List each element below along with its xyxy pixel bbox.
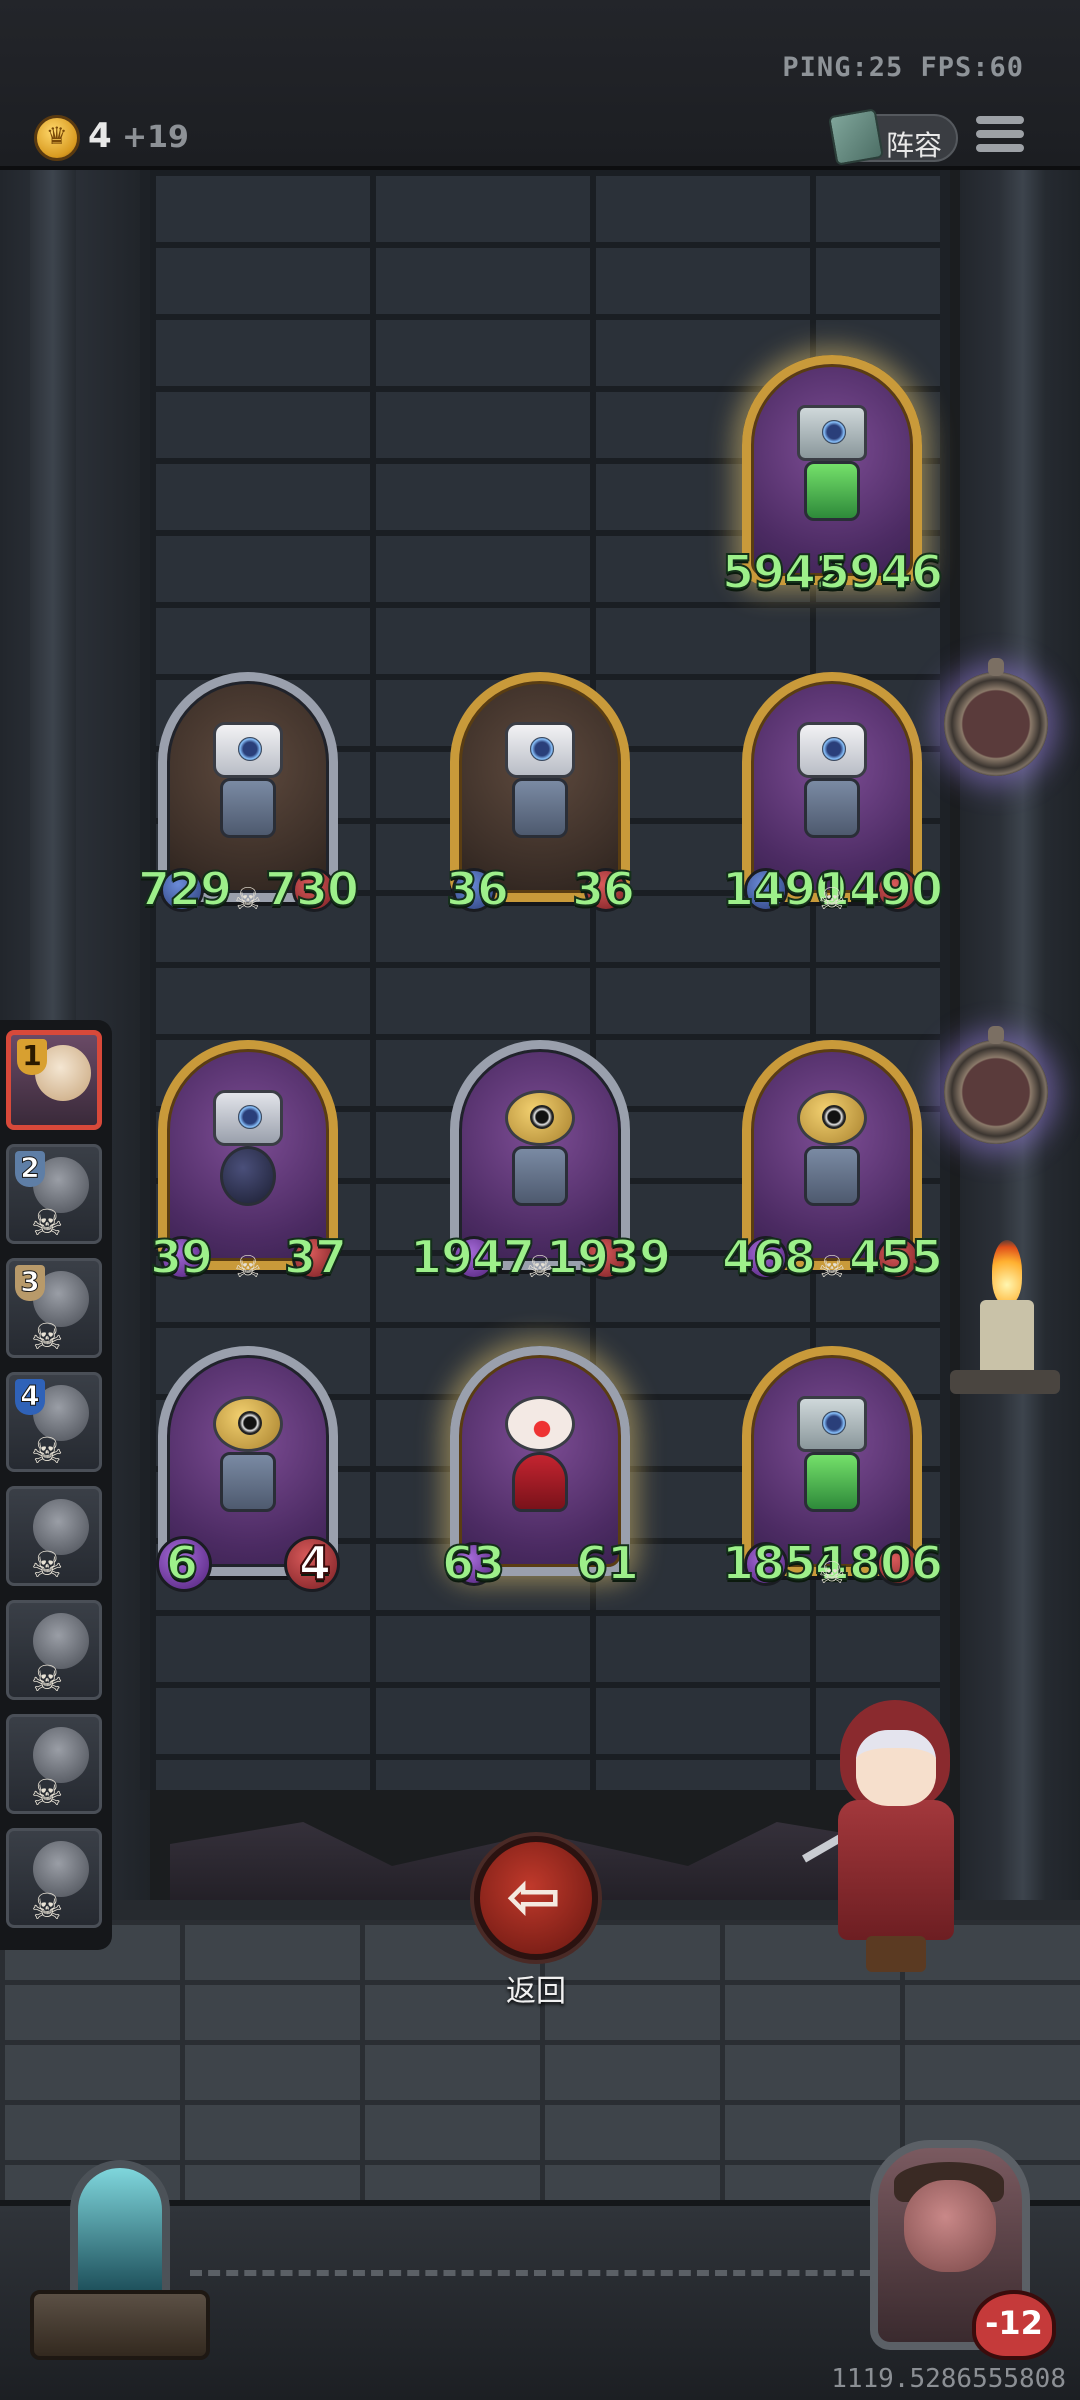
gold-coin-icon bbox=[34, 115, 80, 161]
unit-health: 61 bbox=[575, 1535, 640, 1591]
unit-card[interactable]: 468 455 ☠ bbox=[721, 1040, 944, 1285]
opponent-portrait[interactable]: -12 bbox=[870, 2140, 1056, 2360]
hero-character bbox=[800, 1700, 980, 1980]
portal-icon bbox=[70, 2160, 170, 2300]
unit-attack: 468 bbox=[721, 1229, 817, 1285]
slot-number: 4 bbox=[15, 1379, 45, 1415]
unit-attack: 63 bbox=[441, 1535, 506, 1591]
skull-icon: ☠ bbox=[31, 1773, 64, 1814]
wall-torch bbox=[950, 1240, 1060, 1440]
portal-button[interactable] bbox=[30, 2160, 210, 2360]
roster-slot[interactable]: ☠ bbox=[6, 1600, 102, 1700]
unit-health: 37 bbox=[283, 1229, 348, 1285]
top-bar: PING:25 FPS:60 4 +19 阵容 bbox=[0, 0, 1080, 170]
unit-attack: 39 bbox=[149, 1229, 214, 1285]
skull-icon: ☠ bbox=[526, 1250, 554, 1285]
chain-decoration bbox=[190, 2270, 890, 2290]
roster-slot[interactable]: 2 ☠ bbox=[6, 1144, 102, 1244]
skull-icon: ☠ bbox=[31, 1545, 64, 1586]
roster-slot[interactable]: 1 bbox=[6, 1030, 102, 1130]
slot-number: 2 bbox=[15, 1151, 45, 1187]
roster-slot[interactable]: ☠ bbox=[6, 1828, 102, 1928]
seed-readout: 1119.5286555808 bbox=[831, 2364, 1066, 2394]
arrow-left-icon: ⇦ bbox=[506, 1858, 562, 1935]
unit-health: 730 bbox=[264, 861, 360, 917]
lineup-button[interactable]: 阵容 bbox=[828, 108, 958, 166]
unit-health: 5946 bbox=[817, 544, 944, 600]
unit-attack: 6 bbox=[165, 1535, 199, 1591]
ping-fps-readout: PING:25 FPS:60 bbox=[782, 52, 1024, 83]
right-pillar bbox=[1000, 170, 1046, 1910]
pocket-watch-icon bbox=[944, 1026, 1048, 1144]
roster-slot[interactable]: ☠ bbox=[6, 1714, 102, 1814]
slot-number: 3 bbox=[15, 1265, 45, 1301]
player-roster: 1 2 ☠ 3 ☠ 4 ☠ ☠ ☠ ☠ ☠ bbox=[0, 1020, 112, 1950]
skull-icon: ☠ bbox=[31, 1659, 64, 1700]
skull-icon: ☠ bbox=[234, 1250, 262, 1285]
roster-slot[interactable]: ☠ bbox=[6, 1486, 102, 1586]
unit-health: 455 bbox=[848, 1229, 944, 1285]
skull-icon: ☠ bbox=[31, 1887, 64, 1928]
avatar bbox=[904, 2180, 996, 2272]
lineup-label: 阵容 bbox=[886, 129, 943, 162]
roster-slot[interactable]: 3 ☠ bbox=[6, 1258, 102, 1358]
unit-card[interactable]: 729 730 ☠ bbox=[137, 672, 360, 917]
book-icon bbox=[828, 108, 884, 166]
unit-card[interactable]: 5942 5946 bbox=[721, 355, 944, 600]
unit-attack: 1947 bbox=[409, 1229, 536, 1285]
roster-slot[interactable]: 4 ☠ bbox=[6, 1372, 102, 1472]
back-label: 返回 bbox=[506, 1974, 566, 2009]
skull-icon: ☠ bbox=[818, 1556, 846, 1591]
skull-icon: ☠ bbox=[234, 882, 262, 917]
gold-amount: 4 bbox=[88, 116, 112, 156]
skull-icon: ☠ bbox=[31, 1317, 64, 1358]
slot-number: 1 bbox=[17, 1039, 47, 1075]
gold-income: +19 bbox=[122, 120, 189, 155]
skull-icon: ☠ bbox=[31, 1431, 64, 1472]
unit-health: 36 bbox=[571, 861, 636, 917]
unit-card[interactable]: 36 36 bbox=[445, 672, 636, 917]
unit-card[interactable]: 1490 1490 ☠ bbox=[721, 672, 944, 917]
back-button[interactable]: ⇦ bbox=[474, 1836, 598, 1960]
skull-icon: ☠ bbox=[818, 882, 846, 917]
unit-card[interactable]: 63 61 bbox=[441, 1346, 640, 1591]
unit-attack: 729 bbox=[137, 861, 233, 917]
skull-icon: ☠ bbox=[818, 1250, 846, 1285]
flame-icon bbox=[992, 1240, 1022, 1304]
pocket-watch-icon bbox=[944, 658, 1048, 776]
unit-card[interactable]: 39 37 ☠ bbox=[149, 1040, 348, 1285]
menu-icon[interactable] bbox=[976, 116, 1024, 160]
unit-card[interactable]: 6 4 bbox=[156, 1346, 340, 1592]
unit-card[interactable]: 1947 1939 ☠ bbox=[409, 1040, 672, 1285]
skull-icon: ☠ bbox=[31, 1203, 64, 1244]
unit-health: 1939 bbox=[545, 1229, 672, 1285]
unit-health: 4 bbox=[298, 1535, 332, 1591]
opponent-health: -12 bbox=[985, 2304, 1043, 2342]
unit-card[interactable]: 1854 1806 ☠ bbox=[721, 1346, 944, 1591]
unit-attack: 36 bbox=[445, 861, 510, 917]
